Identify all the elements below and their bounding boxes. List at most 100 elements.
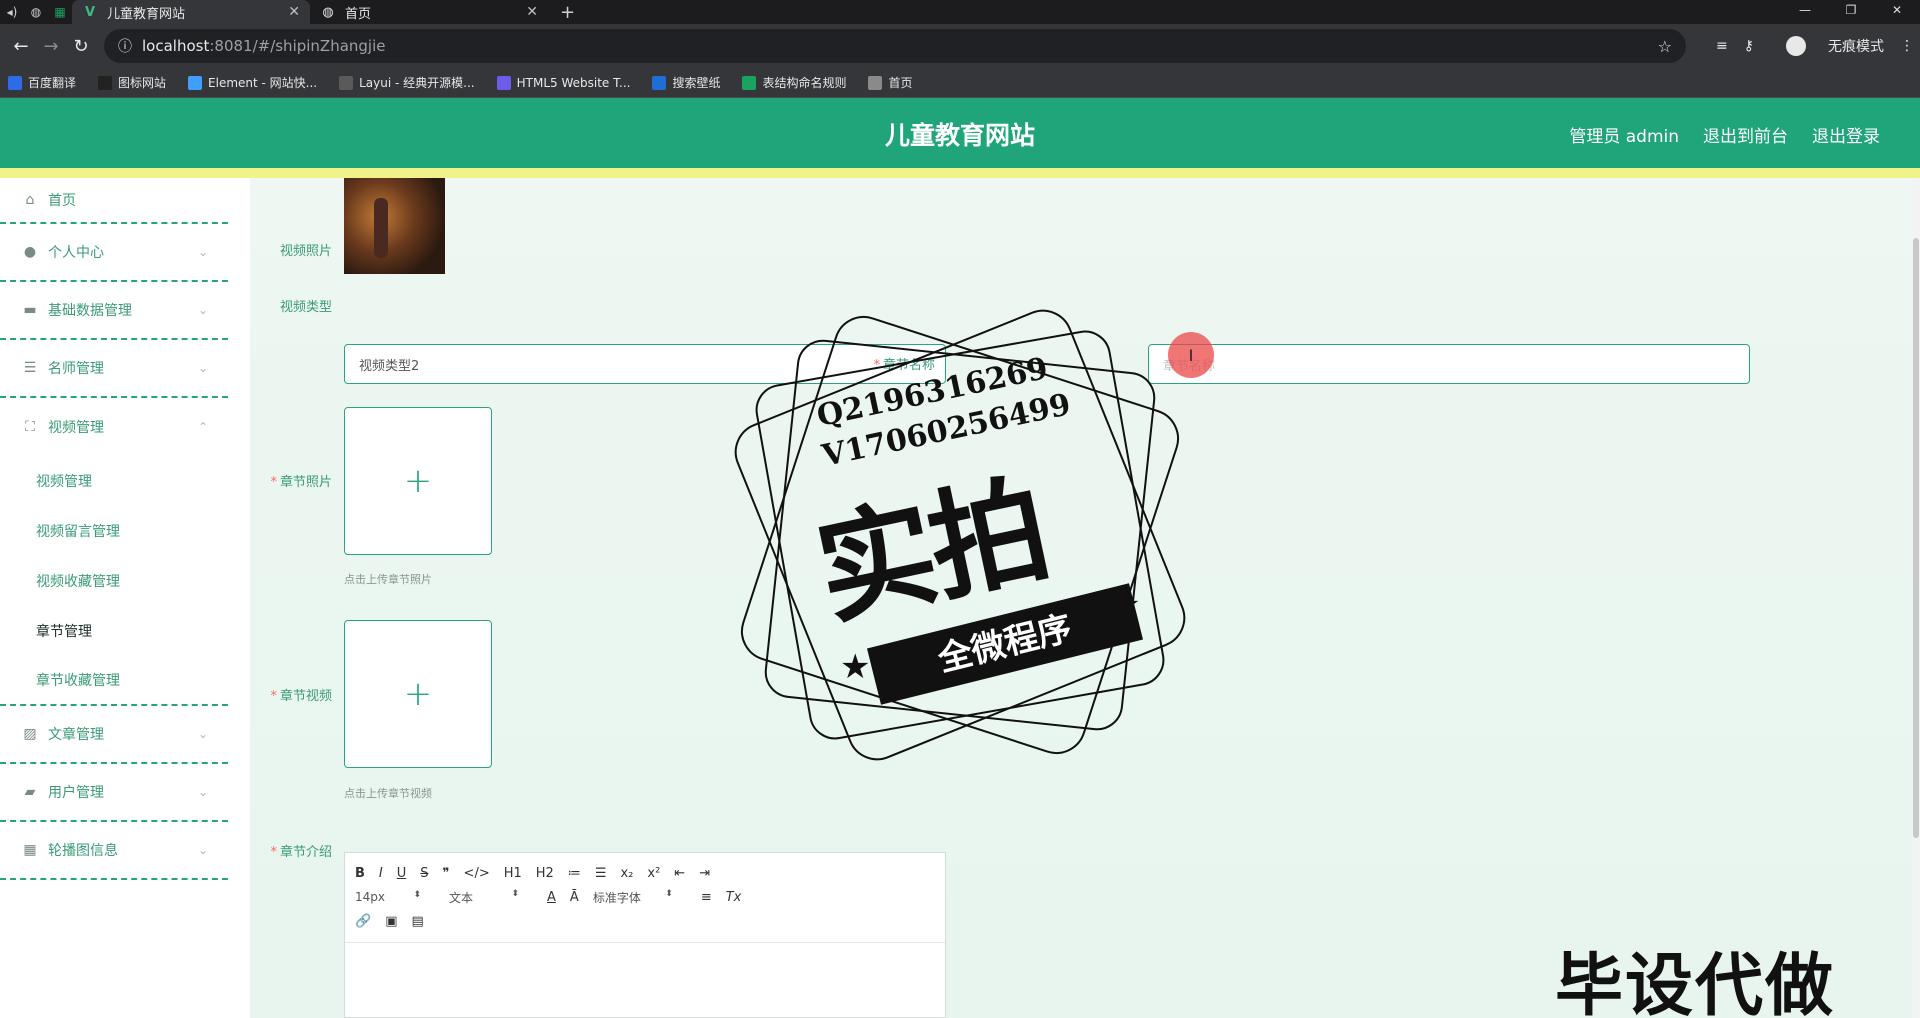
reload-icon[interactable]: ↻ — [66, 36, 96, 57]
bullet-list-icon[interactable]: ☰ — [595, 866, 607, 881]
cursor-highlight: I — [1168, 332, 1214, 378]
code-icon[interactable]: </> — [464, 866, 490, 881]
sidebar-item-personal-center[interactable]: ● 个人中心 ⌄ — [0, 224, 228, 282]
bookmarks-bar: 百度翻译 图标网站 Element - 网站快... Layui - 经典开源模...… — [0, 68, 1920, 98]
italic-icon[interactable]: I — [379, 866, 383, 881]
background-color-icon[interactable]: Ā — [570, 890, 579, 905]
flag-icon — [98, 75, 113, 90]
bookmark-label: 表结构命名规则 — [762, 76, 847, 90]
ordered-list-icon[interactable]: ≔ — [568, 866, 581, 881]
sidebar-subitem-chapter-favorites[interactable]: 章节收藏管理 — [0, 656, 228, 706]
chapter-video-uploader[interactable]: + — [344, 620, 492, 768]
superscript-icon[interactable]: x² — [647, 866, 660, 881]
chevron-down-icon: ⌄ — [197, 785, 208, 799]
sidebar-item-basic-data[interactable]: ▬ 基础数据管理 ⌄ — [0, 282, 228, 340]
chapter-video-hint: 点击上传章节视频 — [344, 787, 432, 800]
close-icon[interactable]: ✕ — [526, 4, 538, 20]
key-icon[interactable]: ⚷ — [1744, 38, 1754, 54]
bookmark-item[interactable]: 首页 — [868, 74, 913, 91]
select-arrow-icon: ⬍ — [665, 888, 673, 899]
outdent-icon[interactable]: ⇤ — [674, 866, 685, 881]
text-style-select[interactable]: 文本 ⬍ — [449, 889, 533, 906]
bookmark-item[interactable]: Element - 网站快... — [188, 74, 317, 91]
font-family-select[interactable]: 标准字体 ⬍ — [593, 889, 687, 906]
restore-icon[interactable]: ❐ — [1828, 0, 1874, 24]
address-bar[interactable]: ⓘ localhost :8081/#/shipinZhangjie ☆ — [104, 29, 1686, 63]
chevron-down-icon: ⌄ — [197, 361, 208, 375]
new-tab-button[interactable]: + — [560, 2, 575, 23]
sidebar-subitem-video-manage[interactable]: 视频管理 — [0, 456, 228, 506]
strikethrough-icon[interactable]: S — [420, 866, 428, 881]
font-size-select[interactable]: 14px ⬍ — [355, 890, 435, 904]
heading1-icon[interactable]: H1 — [504, 866, 522, 881]
font-size-value: 14px — [355, 890, 385, 904]
incognito-badge[interactable]: 无痕模式 — [1770, 36, 1884, 56]
header-accent-strip — [0, 168, 1920, 178]
back-to-front-link[interactable]: 退出到前台 — [1703, 122, 1788, 147]
video-photo-thumbnail[interactable] — [344, 178, 445, 274]
rich-text-editor[interactable]: B I U S ❞ </> H1 H2 ≔ ☰ x₂ x² ⇤ ⇥ 14px ⬍ 文本 ⬍ A Ā 标准字体 ⬍… — [344, 852, 946, 1018]
bookmark-item[interactable]: 表结构命名规则 — [742, 74, 846, 91]
sidebar-item-home[interactable]: ⌂ 首页 — [0, 178, 228, 224]
tab-active[interactable]: V 儿童教育网站 ✕ — [72, 0, 310, 24]
tab-title: 首页 — [345, 6, 372, 22]
tab-home[interactable]: ◍ 首页 ✕ — [310, 0, 548, 24]
bookmark-item[interactable]: Layui - 经典开源模... — [339, 74, 475, 91]
audio-icon[interactable]: ◂) — [0, 0, 24, 24]
more-menu-icon[interactable]: ⋮ — [1900, 38, 1914, 54]
quote-icon[interactable]: ❞ — [443, 866, 450, 881]
sidebar-subitem-video-comments[interactable]: 视频留言管理 — [0, 506, 228, 556]
globe-icon[interactable]: ◍ — [24, 0, 48, 24]
image-icon[interactable]: ▣ — [385, 914, 397, 929]
heading2-icon[interactable]: H2 — [536, 866, 554, 881]
indent-icon[interactable]: ⇥ — [699, 866, 710, 881]
list-icon: ☰ — [23, 360, 37, 376]
bookmark-item[interactable]: 图标网站 — [98, 74, 166, 91]
clear-format-icon[interactable]: Tx — [726, 890, 742, 905]
chapter-photo-label: 章节照片 — [279, 475, 332, 490]
sidebar-subitem-chapters[interactable]: 章节管理 — [0, 606, 228, 656]
font-color-icon[interactable]: A — [547, 890, 556, 905]
translate-icon — [8, 75, 22, 90]
bookmark-label: HTML5 Website T... — [516, 75, 631, 90]
subscript-icon[interactable]: x₂ — [620, 866, 633, 881]
sidebar-subitem-video-favorites[interactable]: 视频收藏管理 — [0, 556, 228, 606]
underline-icon[interactable]: U — [397, 866, 407, 881]
align-icon[interactable]: ≡ — [701, 890, 712, 905]
sidebar-item-carousel[interactable]: ▦ 轮播图信息 ⌄ — [0, 822, 228, 880]
reading-list-icon[interactable]: ≡ — [1716, 38, 1728, 54]
bookmark-item[interactable]: 百度翻译 — [8, 74, 76, 91]
video-photo-label: 视频照片 — [279, 244, 332, 259]
close-icon[interactable]: ✕ — [288, 4, 300, 20]
chapter-photo-hint: 点击上传章节照片 — [344, 573, 432, 586]
video-icon[interactable]: ▤ — [411, 914, 423, 929]
back-icon[interactable]: ← — [6, 36, 36, 57]
home-icon: ⌂ — [25, 192, 35, 208]
close-window-icon[interactable]: ✕ — [1874, 0, 1920, 24]
sidebar-item-articles[interactable]: ▨ 文章管理 ⌄ — [0, 706, 228, 764]
bottom-watermark: 毕设代做 — [1555, 947, 1836, 1018]
forward-icon[interactable]: → — [36, 36, 66, 57]
sidebar-item-videos[interactable]: ⛶ 视频管理 ⌃ — [0, 398, 228, 456]
bookmark-item[interactable]: 搜索壁纸 — [652, 74, 720, 91]
chapter-photo-uploader[interactable]: + — [344, 407, 492, 555]
minimize-icon[interactable]: — — [1782, 0, 1828, 24]
sidebar-item-teachers[interactable]: ☰ 名师管理 ⌄ — [0, 340, 228, 398]
bookmark-label: 百度翻译 — [28, 76, 77, 90]
link-icon[interactable]: 🔗 — [355, 914, 371, 929]
page-scrollbar[interactable] — [1912, 178, 1920, 1018]
sidebar-item-users[interactable]: ▰ 用户管理 ⌄ — [0, 764, 228, 822]
chevron-down-icon: ⌄ — [197, 245, 208, 259]
fullscreen-icon: ⛶ — [25, 419, 35, 435]
bookmark-item[interactable]: HTML5 Website T... — [496, 75, 631, 90]
scrollbar-thumb[interactable] — [1913, 238, 1919, 838]
bold-icon[interactable]: B — [355, 866, 365, 881]
sidebar-item-label: 文章管理 — [48, 727, 104, 743]
info-icon[interactable]: ⓘ — [118, 36, 132, 56]
camera-icon: ▰ — [24, 784, 36, 800]
address-path: :8081/#/shipinZhangjie — [209, 37, 386, 55]
chapter-name-input[interactable]: 章节名称 — [1148, 344, 1750, 384]
sheet-icon[interactable]: ▦ — [48, 0, 72, 24]
bookmark-star-icon[interactable]: ☆ — [1658, 37, 1672, 56]
logout-link[interactable]: 退出登录 — [1812, 122, 1880, 147]
